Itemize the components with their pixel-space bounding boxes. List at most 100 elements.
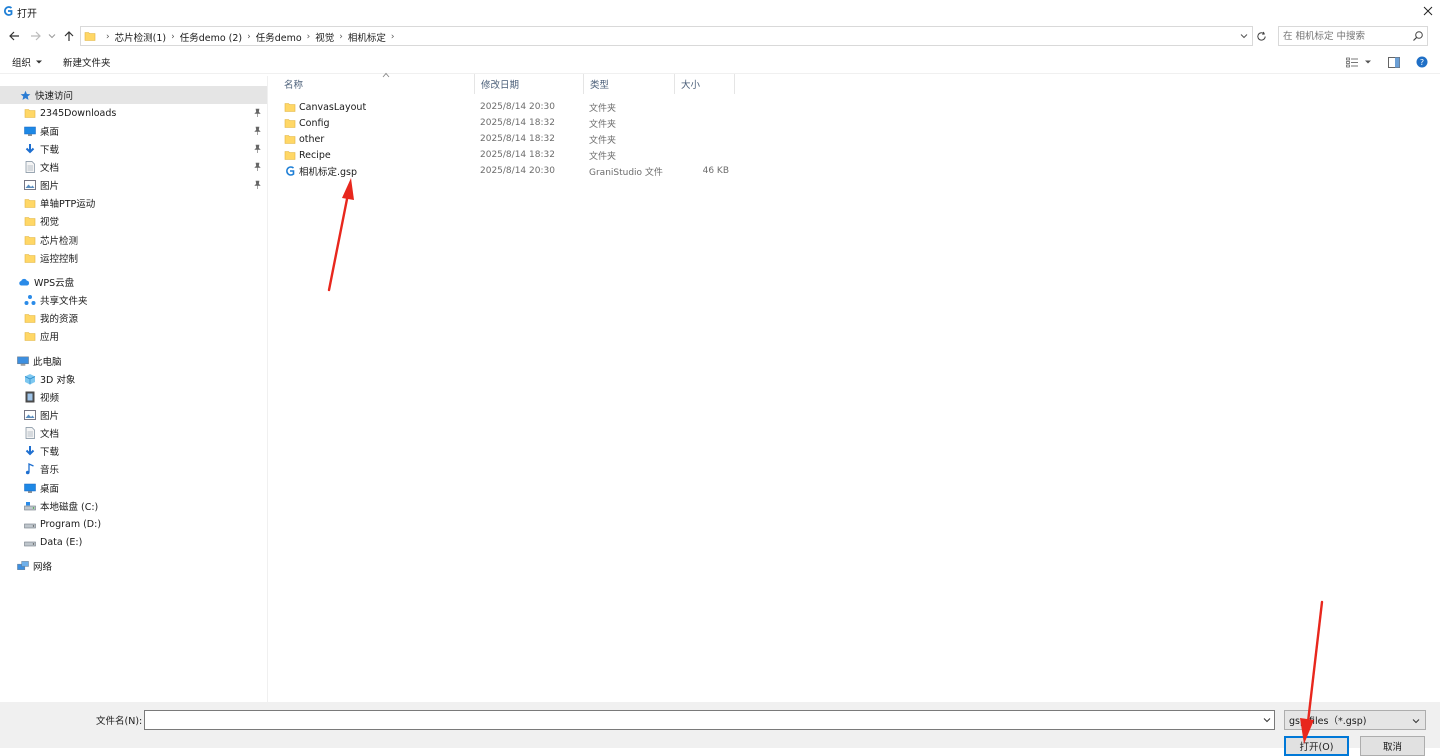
sidebar-item-videos[interactable]: 视频 — [0, 388, 267, 406]
sidebar-item-pc-downloads[interactable]: 下载 — [0, 442, 267, 460]
sidebar-item-network[interactable]: 网络 — [0, 557, 267, 575]
column-header-label: 名称 — [284, 80, 304, 91]
pin-icon[interactable] — [252, 162, 262, 172]
pin-icon[interactable] — [252, 108, 262, 118]
sidebar-item-desktop[interactable]: 桌面 — [0, 122, 267, 140]
breadcrumb-item[interactable]: 相机标定 — [348, 30, 386, 44]
chevron-right-icon[interactable]: › — [307, 32, 311, 42]
file-type-select[interactable]: gsp files（*.gsp) — [1284, 710, 1426, 730]
gsp-file-icon — [284, 163, 296, 179]
sidebar-item-this-pc[interactable]: 此电脑 — [0, 352, 267, 370]
filename-combobox[interactable] — [144, 710, 1275, 730]
open-button[interactable]: 打开(O) — [1284, 736, 1349, 756]
file-type-value: gsp files（*.gsp) — [1289, 716, 1367, 727]
sidebar-item-label: 下载 — [40, 145, 60, 156]
breadcrumb-item[interactable]: 任务demo — [256, 30, 302, 44]
breadcrumb-item[interactable]: 视觉 — [315, 30, 334, 44]
sort-ascending-icon — [382, 72, 390, 78]
sidebar-item-3d-objects[interactable]: 3D 对象 — [0, 370, 267, 388]
sidebar-item-pictures[interactable]: 图片 — [0, 176, 267, 194]
organize-label: 组织 — [12, 58, 32, 69]
document-icon — [24, 427, 36, 439]
pin-icon[interactable] — [252, 144, 262, 154]
pin-icon[interactable] — [252, 180, 262, 190]
sidebar-item-apps[interactable]: 应用 — [0, 327, 267, 345]
sidebar-item-label: 视觉 — [40, 217, 60, 228]
close-button[interactable] — [1416, 0, 1440, 22]
video-icon — [24, 391, 36, 403]
file-name: Recipe — [299, 149, 331, 161]
cancel-button[interactable]: 取消 — [1360, 736, 1425, 756]
sidebar-item-drive-d[interactable]: Program (D:) — [0, 515, 267, 533]
folder-icon — [24, 312, 36, 324]
column-header-date[interactable]: 修改日期 — [475, 74, 584, 94]
pin-icon[interactable] — [252, 126, 262, 136]
arrow-left-icon — [9, 31, 19, 41]
file-row[interactable]: 相机标定.gsp 2025/8/14 20:30 GraniStudio 文件 … — [269, 163, 739, 179]
filename-input[interactable] — [148, 712, 1253, 728]
sidebar-item-label: 快速访问 — [35, 91, 74, 102]
sidebar-item-chip-inspection[interactable]: 芯片检测 — [0, 231, 267, 249]
caret-down-icon — [36, 60, 43, 64]
sidebar-item-label: 我的资源 — [40, 314, 79, 325]
sidebar-item-vision[interactable]: 视觉 — [0, 212, 267, 230]
sidebar-item-music[interactable]: 音乐 — [0, 460, 267, 478]
search-box[interactable] — [1278, 26, 1428, 46]
new-folder-button[interactable]: 新建文件夹 — [63, 54, 111, 70]
file-row[interactable]: CanvasLayout 2025/8/14 20:30 文件夹 — [269, 99, 739, 115]
document-icon — [24, 161, 36, 173]
sidebar-item-2345downloads[interactable]: 2345Downloads — [0, 104, 267, 122]
sidebar-item-label: 运控控制 — [40, 254, 79, 265]
app-logo-icon — [3, 6, 13, 16]
cancel-button-label: 取消 — [1382, 742, 1402, 753]
address-history-dropdown[interactable] — [1238, 30, 1250, 42]
chevron-right-icon[interactable]: › — [339, 32, 343, 42]
file-row[interactable]: other 2025/8/14 18:32 文件夹 — [269, 131, 739, 147]
search-input[interactable] — [1283, 28, 1411, 44]
sidebar-item-pc-documents[interactable]: 文档 — [0, 424, 267, 442]
up-button[interactable] — [61, 28, 77, 44]
sidebar-item-label: 文档 — [40, 163, 60, 174]
sidebar-item-label: 2345Downloads — [40, 107, 117, 119]
breadcrumb-item[interactable]: 任务demo (2) — [180, 30, 242, 44]
chevron-down-icon — [1412, 719, 1420, 724]
back-button[interactable] — [6, 28, 22, 44]
sidebar-item-pc-desktop[interactable]: 桌面 — [0, 479, 267, 497]
sidebar-item-drive-c[interactable]: 本地磁盘 (C:) — [0, 497, 267, 515]
sidebar-item-documents[interactable]: 文档 — [0, 158, 267, 176]
preview-pane-button[interactable] — [1388, 54, 1400, 70]
sidebar-item-label: 芯片检测 — [40, 236, 79, 247]
sidebar-item-pc-pictures[interactable]: 图片 — [0, 406, 267, 424]
filename-label: 文件名(N): — [96, 716, 143, 727]
organize-button[interactable]: 组织 — [12, 54, 43, 70]
forward-button[interactable] — [28, 28, 44, 44]
address-bar[interactable]: › 芯片检测(1) › 任务demo (2) › 任务demo › 视觉 › 相… — [80, 26, 1253, 46]
folder-icon — [24, 197, 36, 209]
column-header-size[interactable]: 大小 — [675, 74, 735, 94]
sidebar-item-single-axis-ptp[interactable]: 单轴PTP运动 — [0, 194, 267, 212]
sidebar-item-downloads[interactable]: 下载 — [0, 140, 267, 158]
sidebar-item-motion-control[interactable]: 运控控制 — [0, 249, 267, 267]
sidebar-item-shared-folder[interactable]: 共享文件夹 — [0, 291, 267, 309]
command-bar: 组织 新建文件夹 ? — [0, 50, 1440, 74]
sidebar-item-my-resources[interactable]: 我的资源 — [0, 309, 267, 327]
breadcrumb-item[interactable]: 芯片检测(1) — [115, 30, 166, 44]
chevron-right-icon[interactable]: › — [171, 32, 175, 42]
chevron-right-icon[interactable]: › — [391, 32, 395, 42]
recent-locations-button[interactable] — [44, 28, 60, 44]
sidebar-item-label: 网络 — [33, 562, 53, 573]
computer-icon — [17, 355, 29, 367]
refresh-button[interactable] — [1253, 28, 1269, 44]
sidebar-item-wps-cloud[interactable]: WPS云盘 — [0, 273, 267, 291]
column-header-type[interactable]: 类型 — [584, 74, 675, 94]
column-header-name[interactable]: 名称 — [278, 72, 475, 94]
file-row[interactable]: Recipe 2025/8/14 18:32 文件夹 — [269, 147, 739, 163]
chevron-right-icon[interactable]: › — [247, 32, 251, 42]
file-row[interactable]: Config 2025/8/14 18:32 文件夹 — [269, 115, 739, 131]
sidebar-item-quick-access[interactable]: 快速访问 — [0, 86, 267, 104]
help-button[interactable]: ? — [1416, 54, 1428, 70]
sidebar-item-drive-e[interactable]: Data (E:) — [0, 533, 267, 551]
folder-icon — [284, 131, 296, 147]
chevron-down-icon[interactable] — [1262, 715, 1272, 725]
view-options-button[interactable] — [1346, 54, 1372, 70]
